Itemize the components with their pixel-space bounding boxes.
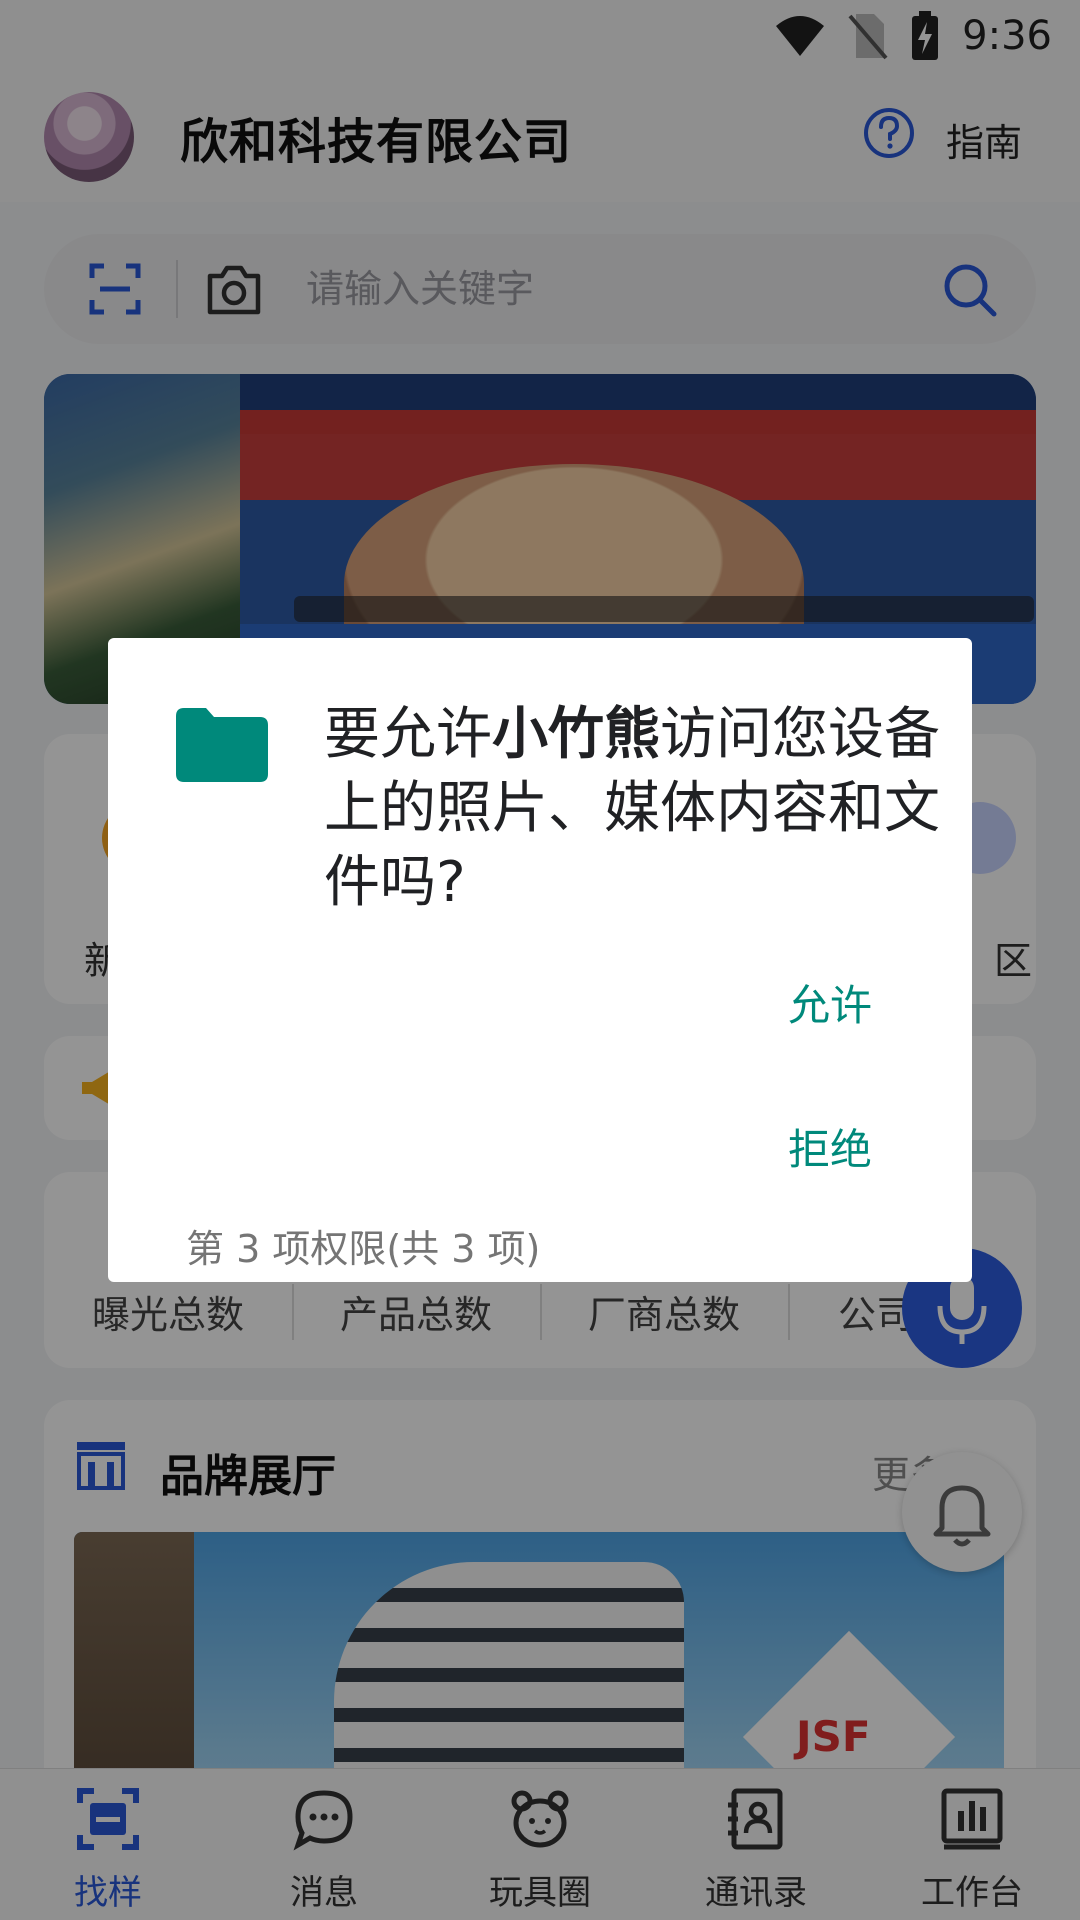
permission-dialog: 要允许小竹熊访问您设备上的照片、媒体内容和文件吗? 允许 拒绝 第 3 项权限(… xyxy=(108,638,972,1282)
folder-icon xyxy=(176,708,268,782)
permission-message-prefix: 要允许 xyxy=(324,702,492,767)
permission-app-name: 小竹熊 xyxy=(492,702,660,767)
permission-message: 要允许小竹熊访问您设备上的照片、媒体内容和文件吗? xyxy=(324,698,944,920)
deny-button[interactable]: 拒绝 xyxy=(788,1116,872,1177)
allow-button[interactable]: 允许 xyxy=(788,972,872,1033)
permission-counter: 第 3 项权限(共 3 项) xyxy=(186,1227,541,1271)
